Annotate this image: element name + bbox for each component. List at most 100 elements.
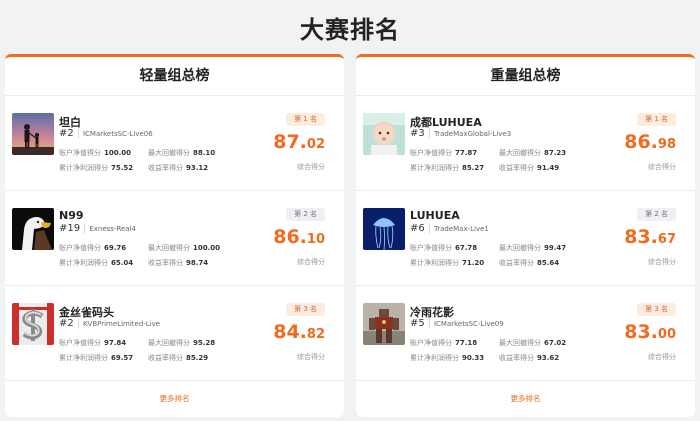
metric-return: 收益率得分 98.74: [148, 258, 208, 268]
place-badge: 第 3 名: [286, 303, 325, 316]
metric-label: 累计净利润得分: [410, 259, 459, 267]
metric-value: 69.76: [104, 244, 127, 252]
rank-line: #6 | TradeMax-Live1: [410, 223, 489, 234]
metric-value: 69.57: [111, 354, 134, 362]
metric-label: 收益率得分: [499, 259, 534, 267]
leaderboard-entry[interactable]: N99 #19 | Exness-Real4 账户净值得分 69.76 最大回撤得分 1…: [5, 191, 344, 286]
avatar[interactable]: [12, 113, 54, 155]
metric-return: 收益率得分 93.12: [148, 163, 208, 173]
metric-label: 收益率得分: [499, 354, 534, 362]
leaderboard-entry[interactable]: LUHUEA #6 | TradeMax-Live1 账户净值得分 67.78 最大回…: [356, 191, 695, 286]
place-badge: 第 2 名: [286, 208, 325, 221]
score-integer: 83.: [624, 321, 658, 343]
place-badge: 第 2 名: [637, 208, 676, 221]
account-server: TradeMax-Live1: [433, 225, 489, 233]
metric-value: 95.28: [193, 339, 216, 347]
metric-value: 97.84: [104, 339, 127, 347]
metric-label: 累计净利润得分: [410, 354, 459, 362]
page-title: 大赛排名: [300, 16, 400, 44]
overall-score: 84.82: [273, 321, 325, 343]
score-decimal: 82: [306, 327, 325, 342]
score-decimal: 98: [657, 137, 676, 152]
leaderboard-entry[interactable]: 坦白 #2 | ICMarketsSC-Live06 账户净值得分 100.00 最大…: [5, 96, 344, 191]
account-server: TradeMaxGlobal-Live3: [433, 130, 512, 138]
avatar[interactable]: [12, 208, 54, 250]
panel-title: 轻量组总榜: [5, 57, 344, 96]
metric-profit: 累计净利润得分 65.04: [59, 258, 133, 268]
avatar[interactable]: [363, 113, 405, 155]
entry-rank: #2: [59, 318, 74, 329]
metric-label: 账户净值得分: [410, 149, 452, 157]
leaderboard-entry[interactable]: 成都LUHUEA #3 | TradeMaxGlobal-Live3 账户净值得分 7…: [356, 96, 695, 191]
account-server: ICMarketsSC-Live09: [433, 320, 504, 328]
metric-label: 账户净值得分: [410, 244, 452, 252]
metric-label: 收益率得分: [148, 259, 183, 267]
metric-label: 账户净值得分: [59, 339, 101, 347]
separator: |: [427, 128, 431, 139]
panel-title: 重量组总榜: [356, 57, 695, 96]
leaderboard-entry[interactable]: 金丝雀码头 #2 | KVBPrimeLimited-Live 账户净值得分 97.8…: [5, 286, 344, 381]
score-decimal: 10: [306, 232, 325, 247]
metric-drawdown: 最大回撤得分 88.10: [148, 148, 215, 158]
metric-label: 累计净利润得分: [410, 164, 459, 172]
separator: |: [427, 318, 431, 329]
trader-name[interactable]: N99: [59, 209, 84, 222]
metric-drawdown: 最大回撤得分 87.23: [499, 148, 566, 158]
metric-drawdown: 最大回撤得分 100.00: [148, 243, 220, 253]
score-decimal: 67: [657, 232, 676, 247]
more-rankings-link[interactable]: 更多排名: [5, 380, 344, 417]
metric-drawdown: 最大回撤得分 67.02: [499, 338, 566, 348]
metric-label: 收益率得分: [148, 164, 183, 172]
metric-label: 收益率得分: [499, 164, 534, 172]
rank-line: #2 | ICMarketsSC-Live06: [59, 128, 153, 139]
leaderboard-entry[interactable]: 冷雨花影 #5 | ICMarketsSC-Live09 账户净值得分 77.18 最…: [356, 286, 695, 381]
metric-label: 账户净值得分: [59, 149, 101, 157]
score-decimal: 02: [306, 137, 325, 152]
metric-return: 收益率得分 85.29: [148, 353, 208, 363]
trader-name[interactable]: LUHUEA: [410, 209, 460, 222]
score-integer: 83.: [624, 226, 658, 248]
robot-icon: [363, 303, 405, 345]
score-label: 综合得分: [297, 353, 325, 361]
rank-line: #5 | ICMarketsSC-Live09: [410, 318, 504, 329]
entry-rank: #5: [410, 318, 425, 329]
metric-label: 累计净利润得分: [59, 259, 108, 267]
metric-profit: 累计净利润得分 71.20: [410, 258, 484, 268]
metric-value: 100.00: [193, 244, 221, 252]
score-integer: 87.: [273, 131, 307, 153]
rank-line: #3 | TradeMaxGlobal-Live3: [410, 128, 511, 139]
metric-value: 77.87: [455, 149, 478, 157]
metric-value: 85.64: [537, 259, 560, 267]
entry-rank: #2: [59, 128, 74, 139]
rank-line: #2 | KVBPrimeLimited-Live: [59, 318, 160, 329]
metric-equity: 账户净值得分 97.84: [59, 338, 126, 348]
metric-value: 99.47: [544, 244, 567, 252]
score-integer: 84.: [273, 321, 307, 343]
metric-drawdown: 最大回撤得分 95.28: [148, 338, 215, 348]
metric-label: 最大回撤得分: [148, 149, 190, 157]
metric-return: 收益率得分 91.49: [499, 163, 559, 173]
separator: |: [76, 318, 80, 329]
metric-return: 收益率得分 93.62: [499, 353, 559, 363]
metric-value: 85.27: [462, 164, 485, 172]
place-badge: 第 1 名: [286, 113, 325, 126]
score-label: 综合得分: [648, 258, 676, 266]
more-rankings-link[interactable]: 更多排名: [356, 380, 695, 417]
metric-label: 账户净值得分: [59, 244, 101, 252]
metric-profit: 累计净利润得分 69.57: [59, 353, 133, 363]
metric-value: 85.29: [186, 354, 209, 362]
score-decimal: 00: [657, 327, 676, 342]
metric-label: 累计净利润得分: [59, 164, 108, 172]
avatar[interactable]: [363, 303, 405, 345]
metric-value: 93.62: [537, 354, 560, 362]
dollar-sign-icon: [12, 303, 54, 345]
separator: |: [427, 223, 431, 234]
heavyweight-leaderboard: 重量组总榜 成都LUHUEA #3 | TradeMaxGlobal-Live3 账…: [356, 54, 695, 417]
avatar[interactable]: [12, 303, 54, 345]
overall-score: 87.02: [273, 131, 325, 153]
avatar[interactable]: [363, 208, 405, 250]
metric-label: 最大回撤得分: [499, 244, 541, 252]
rank-line: #19 | Exness-Real4: [59, 223, 136, 234]
metric-equity: 账户净值得分 69.76: [59, 243, 126, 253]
overall-score: 83.67: [624, 226, 676, 248]
